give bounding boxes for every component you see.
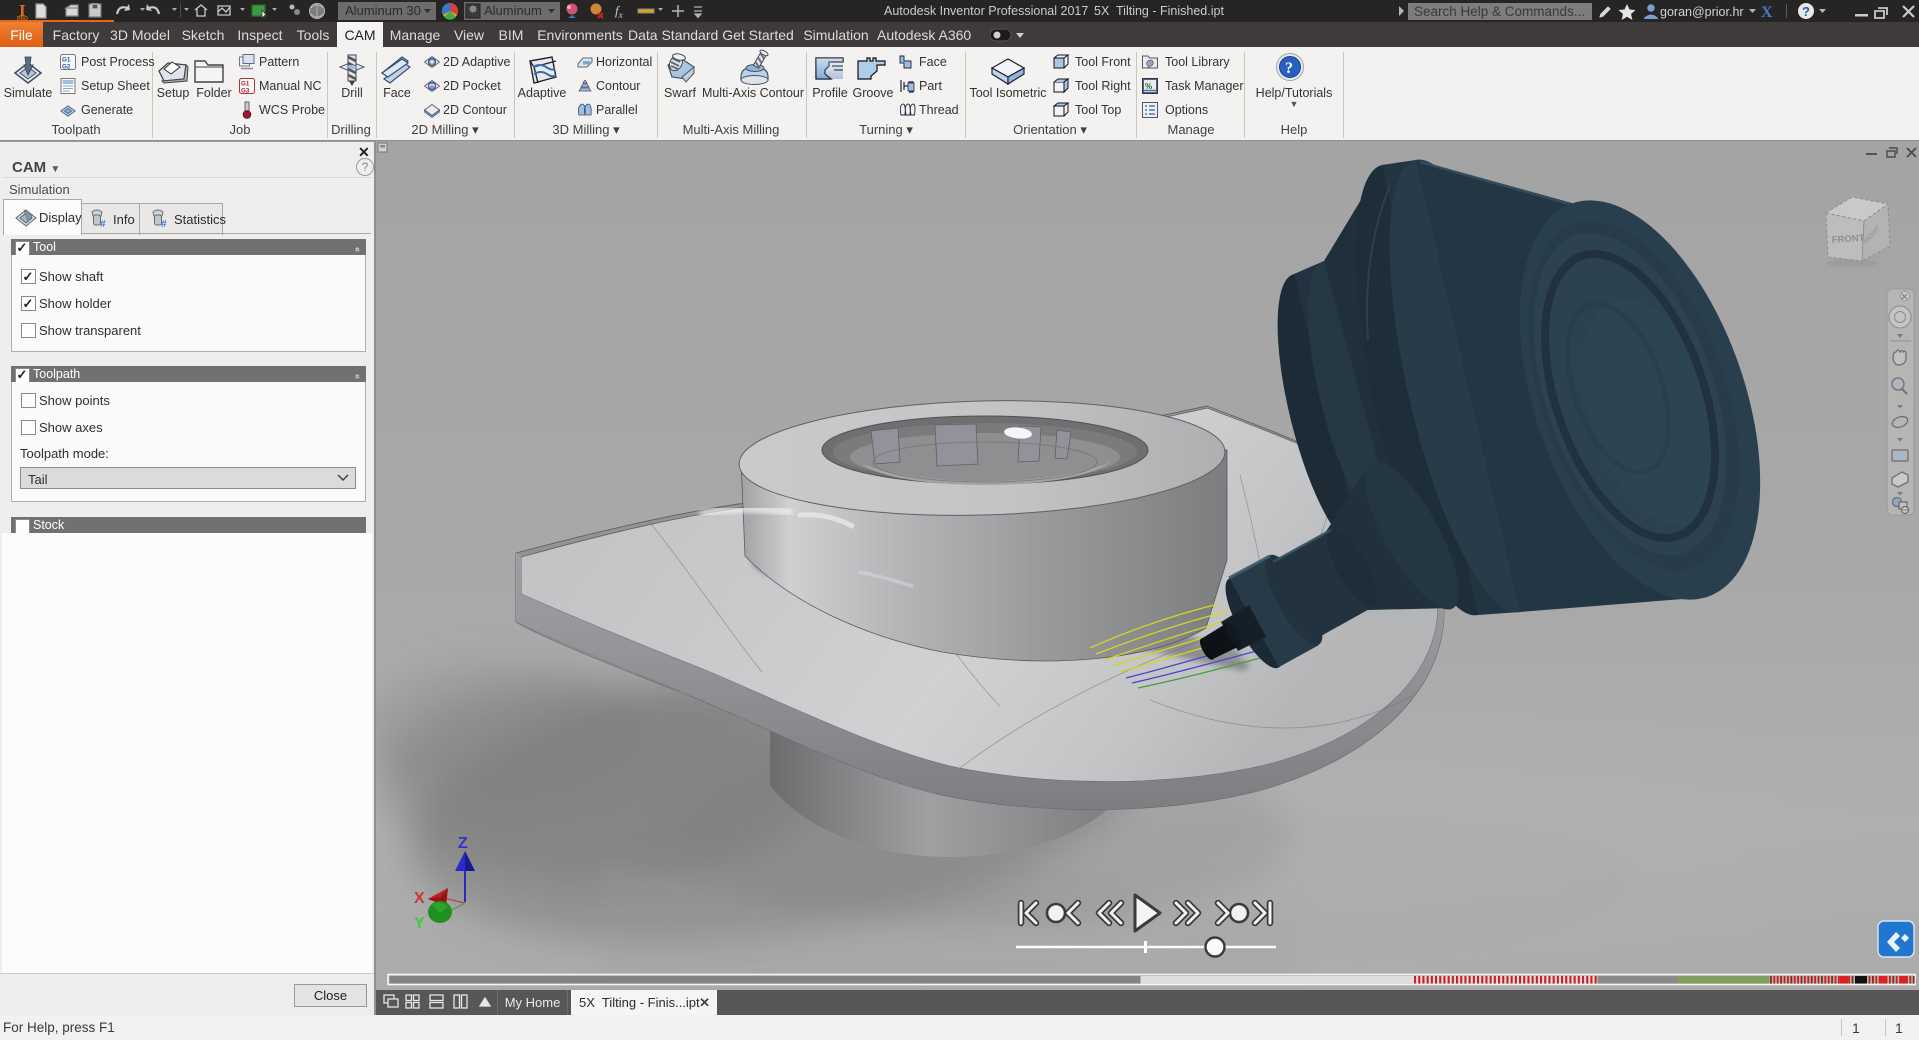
svg-text:Aluminum: Aluminum: [484, 3, 542, 18]
svg-text:X: X: [1761, 4, 1773, 21]
svg-text:FRONT: FRONT: [1831, 233, 1865, 246]
svg-text:?: ?: [1802, 4, 1810, 19]
svg-text:Aluminum 30: Aluminum 30: [345, 3, 421, 18]
svg-text:X: X: [414, 890, 425, 907]
svg-text:fx: fx: [615, 3, 623, 20]
svg-text:Z: Z: [458, 835, 468, 852]
svg-text:G1: G1: [241, 81, 250, 88]
svg-text:#: #: [100, 219, 106, 230]
svg-text:G2: G2: [62, 64, 71, 71]
svg-text:#: #: [161, 219, 167, 230]
svg-text:?: ?: [1285, 60, 1293, 77]
svg-text:%: %: [1145, 82, 1152, 91]
svg-text:Search Help & Commands...: Search Help & Commands...: [1414, 4, 1585, 19]
svg-text:Autodesk Inventor Professional: Autodesk Inventor Professional 2017: [884, 4, 1088, 18]
svg-text:G1: G1: [62, 57, 71, 64]
svg-text:Y: Y: [414, 915, 425, 932]
svg-text:5X Tilting - Finished.ipt: 5X Tilting - Finished.ipt: [1094, 4, 1224, 18]
svg-text:G3: G3: [241, 88, 250, 95]
svg-text:goran@prior.hr: goran@prior.hr: [1660, 5, 1744, 19]
